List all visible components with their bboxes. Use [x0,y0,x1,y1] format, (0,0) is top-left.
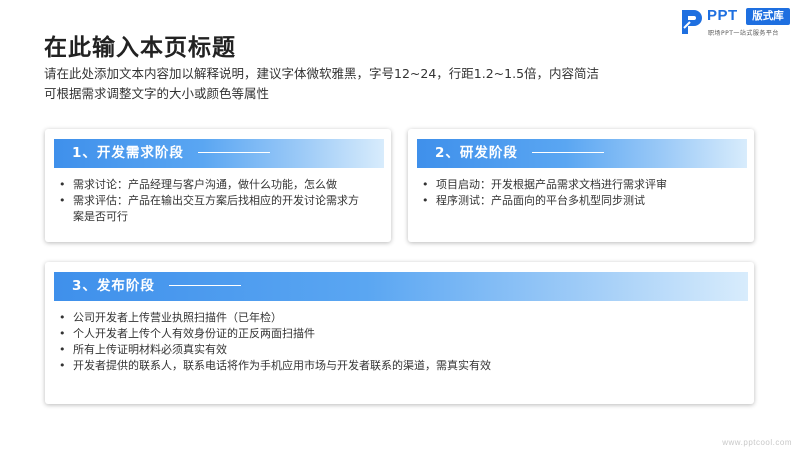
card-bullet-list: 需求讨论：产品经理与客户沟通，做什么功能，怎么做 需求评估：产品在输出交互方案后… [57,177,377,225]
list-item-text: 项目启动：开发根据产品需求文档进行需求评审 [436,178,667,191]
card-bullet-list: 项目启动：开发根据产品需求文档进行需求评审 程序测试：产品面向的平台多机型同步测… [420,177,740,209]
brand-logo: PPT 版式库 职场PPT一站式服务平台 [680,6,796,40]
list-item-text: 个人开发者上传个人有效身份证的正反两面扫描件 [73,327,315,340]
card-release: 3、发布阶段 公司开发者上传营业执照扫描件（已年检） 个人开发者上传个人有效身份… [45,262,754,404]
list-item-text: 案是否可行 [73,210,128,223]
list-item: 程序测试：产品面向的平台多机型同步测试 [420,193,740,209]
banner-rule [197,151,270,153]
description-line: 可根据需求调整文字的大小或颜色等属性 [44,86,270,101]
card-banner: 3、发布阶段 [54,272,748,301]
description-line: 请在此处添加文本内容加以解释说明，建议字体微软雅黑，字号12~24，行距1.2~… [44,66,600,81]
card-development-requirements: 1、开发需求阶段 需求讨论：产品经理与客户沟通，做什么功能，怎么做 需求评估：产… [45,129,391,242]
list-item: 需求评估：产品在输出交互方案后找相应的开发讨论需求方案是否可行 [57,193,377,225]
card-bullet-list: 公司开发者上传营业执照扫描件（已年检） 个人开发者上传个人有效身份证的正反两面扫… [57,310,737,374]
watermark: www.pptcool.com [722,438,792,447]
logo-badge: 版式库 [746,8,790,25]
card-title: 1、开发需求阶段 [72,145,184,161]
card-title: 3、发布阶段 [72,278,155,294]
logo-p-icon [682,10,702,34]
list-item: 项目启动：开发根据产品需求文档进行需求评审 [420,177,740,193]
list-item: 公司开发者上传营业执照扫描件（已年检） [57,310,737,326]
card-title: 2、研发阶段 [435,145,518,161]
page-description: 请在此处添加文本内容加以解释说明，建议字体微软雅黑，字号12~24，行距1.2~… [44,64,644,104]
card-banner: 2、研发阶段 [417,139,747,168]
logo-brand-text: PPT [707,7,738,24]
page-title: 在此输入本页标题 [44,35,236,61]
banner-rule [531,151,604,153]
list-item: 个人开发者上传个人有效身份证的正反两面扫描件 [57,326,737,342]
card-research-development: 2、研发阶段 项目启动：开发根据产品需求文档进行需求评审 程序测试：产品面向的平… [408,129,754,242]
list-item: 需求讨论：产品经理与客户沟通，做什么功能，怎么做 [57,177,377,193]
list-item-text: 程序测试：产品面向的平台多机型同步测试 [436,194,645,207]
logo-subtitle: 职场PPT一站式服务平台 [708,30,779,37]
list-item-text: 需求讨论：产品经理与客户沟通，做什么功能，怎么做 [73,178,337,191]
list-item-text: 开发者提供的联系人，联系电话将作为手机应用市场与开发者联系的渠道，需真实有效 [73,359,491,372]
list-item: 所有上传证明材料必须真实有效 [57,342,737,358]
card-banner: 1、开发需求阶段 [54,139,384,168]
list-item-text: 公司开发者上传营业执照扫描件（已年检） [73,311,282,324]
list-item-text: 所有上传证明材料必须真实有效 [73,343,227,356]
banner-rule [168,284,241,286]
list-item-text: 需求评估：产品在输出交互方案后找相应的开发讨论需求方 [73,194,359,207]
list-item: 开发者提供的联系人，联系电话将作为手机应用市场与开发者联系的渠道，需真实有效 [57,358,737,374]
